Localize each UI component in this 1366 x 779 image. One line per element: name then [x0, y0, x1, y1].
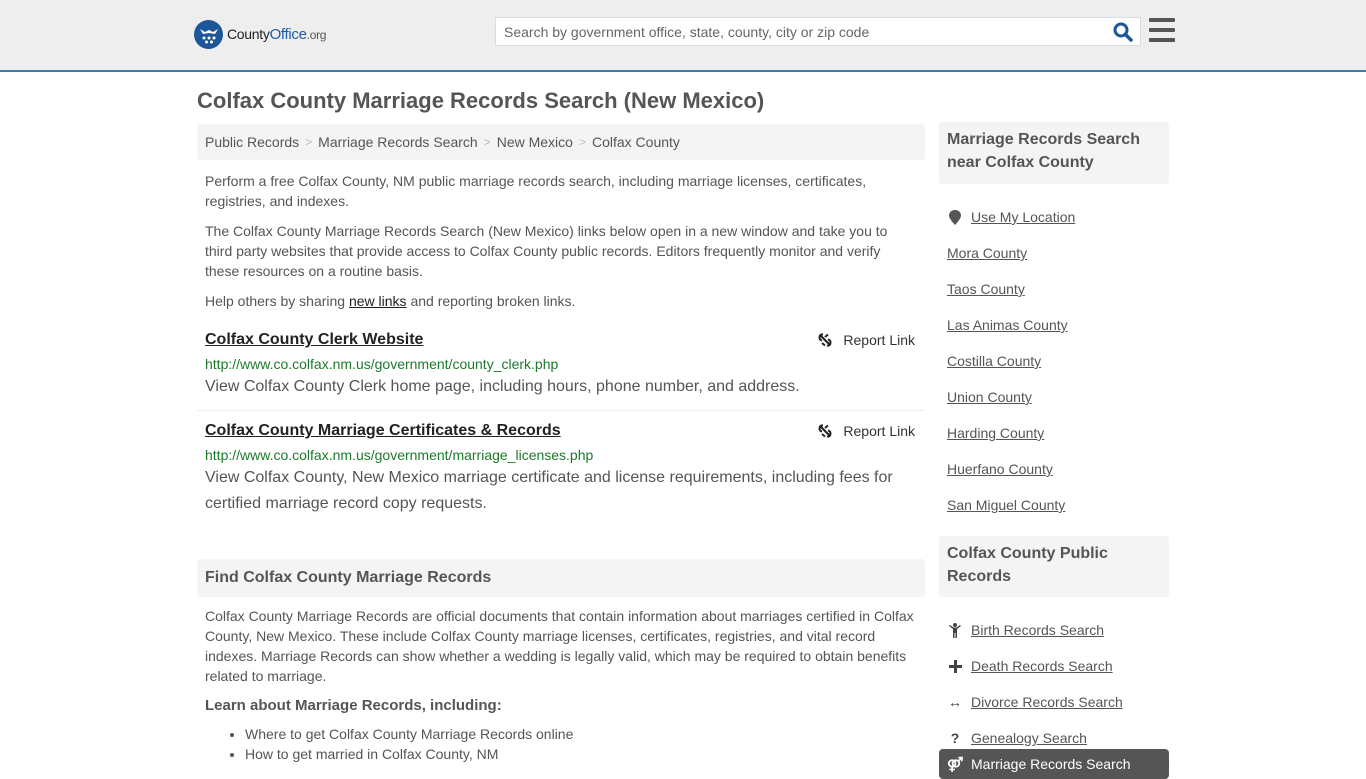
marriage-records-active-label: Marriage Records Search [971, 756, 1131, 772]
intro-paragraph-3: Help others by sharing new links and rep… [205, 291, 915, 311]
report-link-label: Report Link [843, 423, 915, 439]
breadcrumb-separator: > [305, 135, 313, 149]
nearby-county-item: Huerfano County [947, 451, 1169, 487]
site-header: CountyOffice.org [0, 0, 1366, 72]
nearby-county-item: Mora County [947, 235, 1169, 271]
broken-link-icon [818, 333, 832, 347]
public-records-heading: Colfax County Public Records [939, 536, 1169, 597]
public-records-item: ↔ Divorce Records Search [947, 684, 1169, 720]
breadcrumb-separator: > [578, 135, 586, 149]
nearby-county-item: Taos County [947, 271, 1169, 307]
public-records-item: Birth Records Search [947, 612, 1169, 648]
arrows-horizontal-icon: ↔ [948, 694, 962, 710]
child-icon [947, 622, 963, 638]
map-pin-icon [947, 209, 963, 225]
public-records-item: Death Records Search [947, 648, 1169, 684]
marriage-records-active-item[interactable]: ⚤ Marriage Records Search [939, 749, 1169, 779]
intro-text: Perform a free Colfax County, NM public … [205, 171, 915, 321]
county-link-union[interactable]: Union County [947, 389, 1032, 405]
question-icon: ? [950, 730, 960, 746]
breadcrumb-marriage-records-search[interactable]: Marriage Records Search [318, 134, 478, 150]
county-link-las-animas[interactable]: Las Animas County [947, 317, 1068, 333]
report-link-button[interactable]: Report Link [817, 332, 915, 348]
county-link-san-miguel[interactable]: San Miguel County [947, 497, 1065, 513]
county-link-taos[interactable]: Taos County [947, 281, 1025, 297]
learn-about-list: Where to get Colfax County Marriage Reco… [205, 724, 917, 764]
resource-url: http://www.co.colfax.nm.us/government/co… [205, 356, 559, 372]
logo-office: Office [269, 26, 307, 43]
resource-description: View Colfax County, New Mexico marriage … [205, 469, 893, 512]
resource-link-title[interactable]: Colfax County Clerk Website [205, 330, 423, 350]
county-link-harding[interactable]: Harding County [947, 425, 1044, 441]
genealogy-search-link[interactable]: Genealogy Search [971, 730, 1087, 746]
search-icon [1113, 22, 1133, 42]
intro-help-text: Help others by sharing [205, 293, 349, 309]
breadcrumb-new-mexico[interactable]: New Mexico [497, 134, 573, 150]
find-records-paragraph: Colfax County Marriage Records are offic… [205, 608, 914, 684]
search-button[interactable] [1106, 18, 1140, 45]
county-link-mora[interactable]: Mora County [947, 245, 1027, 261]
find-records-heading: Find Colfax County Marriage Records [197, 559, 925, 597]
learn-about-item: Where to get Colfax County Marriage Reco… [245, 724, 917, 744]
intro-help-text-end: and reporting broken links. [406, 293, 576, 309]
resource-link-item: Colfax County Clerk Website Report Link … [197, 330, 925, 411]
search-bar [495, 17, 1141, 46]
intro-paragraph-1: Perform a free Colfax County, NM public … [205, 173, 867, 209]
resource-url: http://www.co.colfax.nm.us/government/ma… [205, 447, 594, 463]
nearby-county-item: Las Animas County [947, 307, 1169, 343]
intro-paragraph-2: The Colfax County Marriage Records Searc… [205, 223, 888, 279]
logo-org: .org [306, 28, 327, 42]
logo-county: County [227, 26, 270, 42]
breadcrumb: Public Records > Marriage Records Search… [197, 124, 925, 160]
nearby-county-item: Union County [947, 379, 1169, 415]
search-input[interactable] [496, 18, 1106, 45]
use-my-location-item: Use My Location [947, 199, 1169, 235]
report-link-label: Report Link [843, 332, 915, 348]
site-logo[interactable]: CountyOffice.org [194, 20, 326, 49]
nearby-heading: Marriage Records Search near Colfax Coun… [939, 122, 1169, 184]
birth-records-link[interactable]: Birth Records Search [971, 622, 1104, 638]
gender-symbols-icon: ⚤ [947, 755, 964, 772]
hamburger-menu-icon[interactable] [1149, 18, 1175, 42]
use-my-location-link[interactable]: Use My Location [971, 209, 1075, 225]
report-link-button[interactable]: Report Link [817, 423, 915, 439]
nearby-county-item: Costilla County [947, 343, 1169, 379]
breadcrumb-separator: > [483, 135, 491, 149]
nearby-county-item: Harding County [947, 415, 1169, 451]
logo-wordmark: CountyOffice.org [227, 26, 326, 43]
new-links-link[interactable]: new links [349, 293, 407, 309]
learn-about-item: How to get married in Colfax County, NM [245, 744, 917, 764]
resource-link-title[interactable]: Colfax County Marriage Certificates & Re… [205, 421, 561, 441]
find-records-section: Colfax County Marriage Records are offic… [205, 606, 917, 764]
public-records-list: Birth Records Search Death Records Searc… [947, 612, 1169, 756]
eagle-stars-icon [194, 20, 223, 49]
learn-about-heading: Learn about Marriage Records, including: [205, 697, 502, 714]
nearby-county-item: San Miguel County [947, 487, 1169, 523]
death-records-link[interactable]: Death Records Search [971, 658, 1113, 674]
county-link-huerfano[interactable]: Huerfano County [947, 461, 1053, 477]
county-link-costilla[interactable]: Costilla County [947, 353, 1041, 369]
resource-link-item: Colfax County Marriage Certificates & Re… [197, 421, 925, 517]
resource-description: View Colfax County Clerk home page, incl… [205, 378, 800, 395]
broken-link-icon [818, 424, 832, 438]
divorce-records-link[interactable]: Divorce Records Search [971, 694, 1123, 710]
plus-cross-icon [947, 659, 963, 673]
breadcrumb-current: Colfax County [591, 134, 680, 150]
nearby-county-list: Use My Location Mora County Taos County … [947, 199, 1169, 523]
page-title: Colfax County Marriage Records Search (N… [197, 88, 765, 113]
breadcrumb-public-records[interactable]: Public Records [205, 134, 299, 150]
